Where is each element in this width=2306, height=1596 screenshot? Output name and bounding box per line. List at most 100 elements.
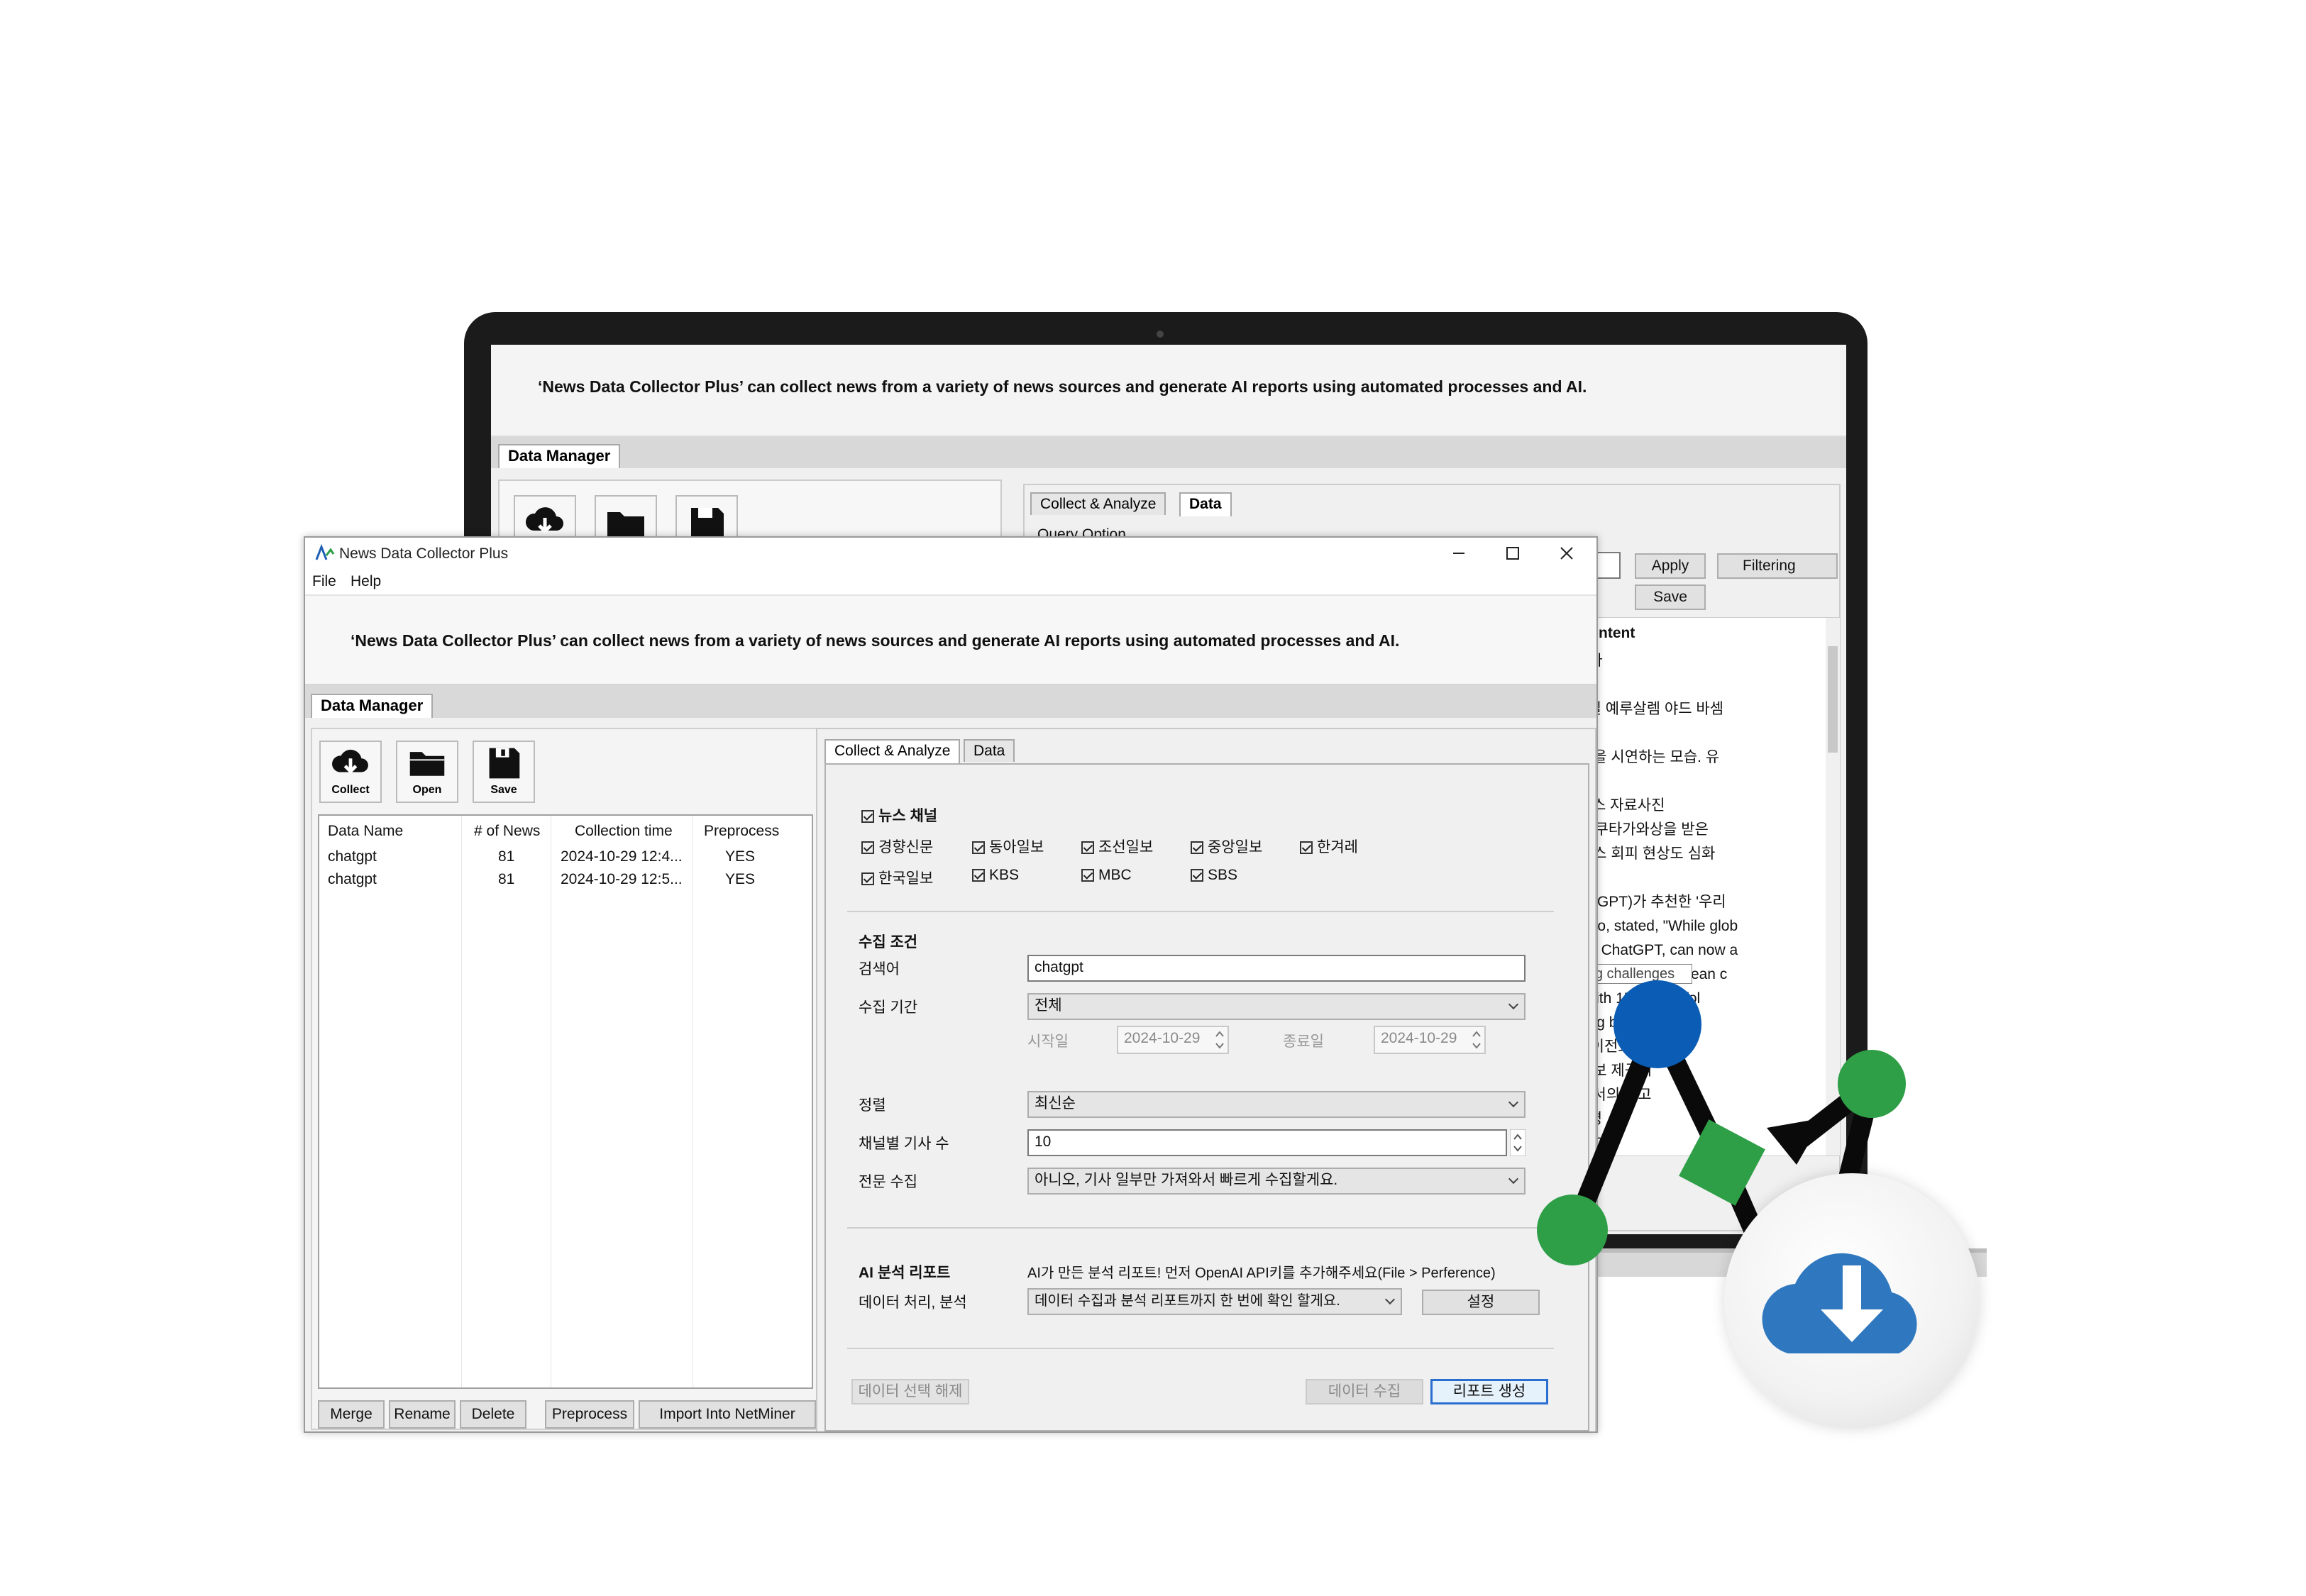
- header-collection-time[interactable]: Collection time: [575, 823, 673, 840]
- open-button[interactable]: Open: [396, 741, 458, 803]
- end-date-label: 종료일: [1283, 1033, 1324, 1050]
- channel-sbs[interactable]: SBS: [1191, 867, 1237, 884]
- keyword-input[interactable]: chatgpt: [1027, 955, 1526, 982]
- channel-label: KBS: [989, 867, 1020, 883]
- deselect-button[interactable]: 데이터 선택 해제: [851, 1379, 969, 1404]
- back-tab-data-manager[interactable]: Data Manager: [498, 444, 621, 468]
- channel-mbc[interactable]: MBC: [1081, 867, 1132, 884]
- checkbox-icon[interactable]: [972, 869, 985, 882]
- back-tab-collect[interactable]: Collect & Analyze: [1030, 492, 1166, 515]
- delete-button[interactable]: Delete: [460, 1400, 526, 1429]
- checkbox-icon[interactable]: [1300, 841, 1313, 854]
- checkbox-icon[interactable]: [972, 841, 985, 854]
- channel-khan[interactable]: 경향신문: [861, 836, 933, 857]
- checkbox-icon[interactable]: [1191, 841, 1203, 854]
- spinner-icon[interactable]: [1510, 1129, 1526, 1156]
- channel-label: 중앙일보: [1208, 839, 1263, 855]
- sort-label: 정렬: [859, 1097, 886, 1114]
- manager-strip: Data Manager: [305, 685, 1596, 718]
- cloud-download-icon: [1762, 1253, 1917, 1353]
- laptop-camera: [1157, 331, 1164, 338]
- back-save-small-button[interactable]: Save: [1635, 584, 1706, 610]
- back-banner: ‘News Data Collector Plus’ can collect n…: [491, 345, 1846, 437]
- minimize-icon[interactable]: [1450, 545, 1467, 562]
- left-panel: Collect Open Save Data Name # of News Co…: [311, 728, 820, 1430]
- checkbox-icon[interactable]: [861, 841, 874, 854]
- tab-data[interactable]: Data: [964, 739, 1015, 762]
- sort-select[interactable]: 최신순: [1027, 1091, 1526, 1118]
- channel-joongang[interactable]: 중앙일보: [1191, 836, 1262, 857]
- row-count: 81: [498, 871, 515, 887]
- channel-hankook[interactable]: 한국일보: [861, 867, 933, 888]
- back-manager-strip: Data Manager: [491, 437, 1846, 468]
- process-label: 데이터 처리, 분석: [859, 1295, 967, 1311]
- maximize-icon[interactable]: [1504, 545, 1521, 562]
- divider: [847, 1227, 1554, 1229]
- merge-button[interactable]: Merge: [318, 1400, 385, 1429]
- spinner-icon[interactable]: [1213, 1028, 1226, 1052]
- row-name: chatgpt: [328, 871, 377, 887]
- period-label: 수집 기간: [859, 999, 918, 1016]
- full-text-select[interactable]: 아니오, 기사 일부만 가져와서 빠르게 수집할게요.: [1027, 1168, 1526, 1195]
- header-preprocess[interactable]: Preprocess: [704, 823, 779, 840]
- rename-button[interactable]: Rename: [389, 1400, 456, 1429]
- channel-hani[interactable]: 한겨레: [1300, 836, 1358, 857]
- channel-label: 경향신문: [878, 839, 934, 855]
- checkbox-icon[interactable]: [861, 810, 874, 823]
- save-button-label: Save: [490, 784, 517, 796]
- title-bar: News Data Collector Plus: [305, 538, 1596, 569]
- header-data-name[interactable]: Data Name: [328, 823, 403, 840]
- tab-data-manager[interactable]: Data Manager: [311, 694, 434, 718]
- checkbox-icon[interactable]: [861, 872, 874, 885]
- preprocess-button[interactable]: Preprocess: [545, 1400, 634, 1429]
- col-divider: [461, 816, 462, 1387]
- menu-file[interactable]: File: [312, 573, 336, 590]
- per-channel-label: 채널별 기사 수: [859, 1136, 949, 1152]
- row-name: chatgpt: [328, 848, 377, 865]
- header-news-count[interactable]: # of News: [474, 823, 540, 840]
- table-row[interactable]: chatgpt 81 2024-10-29 12:4... YES: [319, 847, 812, 868]
- checkbox-icon[interactable]: [1081, 869, 1094, 882]
- start-date-input[interactable]: 2024-10-29: [1117, 1026, 1229, 1054]
- channels-title[interactable]: 뉴스 채널: [861, 804, 937, 826]
- data-table: Data Name # of News Collection time Prep…: [318, 814, 813, 1389]
- graph-node-green: [1537, 1195, 1608, 1265]
- start-date-label: 시작일: [1027, 1033, 1069, 1050]
- back-filtering-button[interactable]: Filtering: [1717, 553, 1838, 579]
- collect-data-button[interactable]: 데이터 수집: [1306, 1379, 1423, 1404]
- menu-help[interactable]: Help: [351, 573, 381, 590]
- channel-donga[interactable]: 동아일보: [972, 836, 1044, 857]
- end-date-input[interactable]: 2024-10-29: [1374, 1026, 1486, 1054]
- close-icon[interactable]: [1558, 545, 1575, 562]
- row-time: 2024-10-29 12:5...: [561, 871, 683, 887]
- spinner-icon[interactable]: [1470, 1028, 1483, 1052]
- checkbox-icon[interactable]: [1191, 869, 1203, 882]
- channel-kbs[interactable]: KBS: [972, 867, 1019, 884]
- graph-node-blue: [1613, 980, 1701, 1068]
- folder-icon: [409, 752, 445, 776]
- graph-node-square: [1679, 1119, 1765, 1206]
- checkbox-icon[interactable]: [1081, 841, 1094, 854]
- settings-button[interactable]: 설정: [1422, 1290, 1540, 1315]
- table-row[interactable]: chatgpt 81 2024-10-29 12:5... YES: [319, 870, 812, 891]
- generate-report-button[interactable]: 리포트 생성: [1430, 1379, 1548, 1404]
- right-panel: Collect & Analyze Data 뉴스 채널 경향신문 동아일보 조…: [816, 728, 1596, 1431]
- back-apply-button[interactable]: Apply: [1635, 553, 1706, 579]
- period-select[interactable]: 전체: [1027, 993, 1526, 1020]
- save-button[interactable]: Save: [473, 741, 535, 803]
- channel-label: 한국일보: [878, 870, 934, 887]
- main-window: News Data Collector Plus File Help ‘News…: [304, 536, 1598, 1433]
- tab-collect-analyze[interactable]: Collect & Analyze: [824, 739, 961, 763]
- channels-title-text: 뉴스 채널: [878, 808, 938, 824]
- back-scroll-thumb[interactable]: [1828, 646, 1838, 753]
- process-select[interactable]: 데이터 수집과 분석 리포트까지 한 번에 확인 할게요.: [1027, 1288, 1402, 1315]
- back-tab-data[interactable]: Data: [1179, 492, 1232, 516]
- banner: ‘News Data Collector Plus’ can collect n…: [305, 594, 1596, 685]
- open-button-label: Open: [412, 784, 442, 796]
- channel-chosun[interactable]: 조선일보: [1081, 836, 1153, 857]
- collect-button[interactable]: Collect: [319, 741, 382, 803]
- per-channel-input[interactable]: 10: [1027, 1129, 1507, 1156]
- app-logo-icon: [315, 544, 335, 560]
- channel-label: SBS: [1208, 867, 1238, 883]
- import-netminer-button[interactable]: Import Into NetMiner: [639, 1400, 816, 1429]
